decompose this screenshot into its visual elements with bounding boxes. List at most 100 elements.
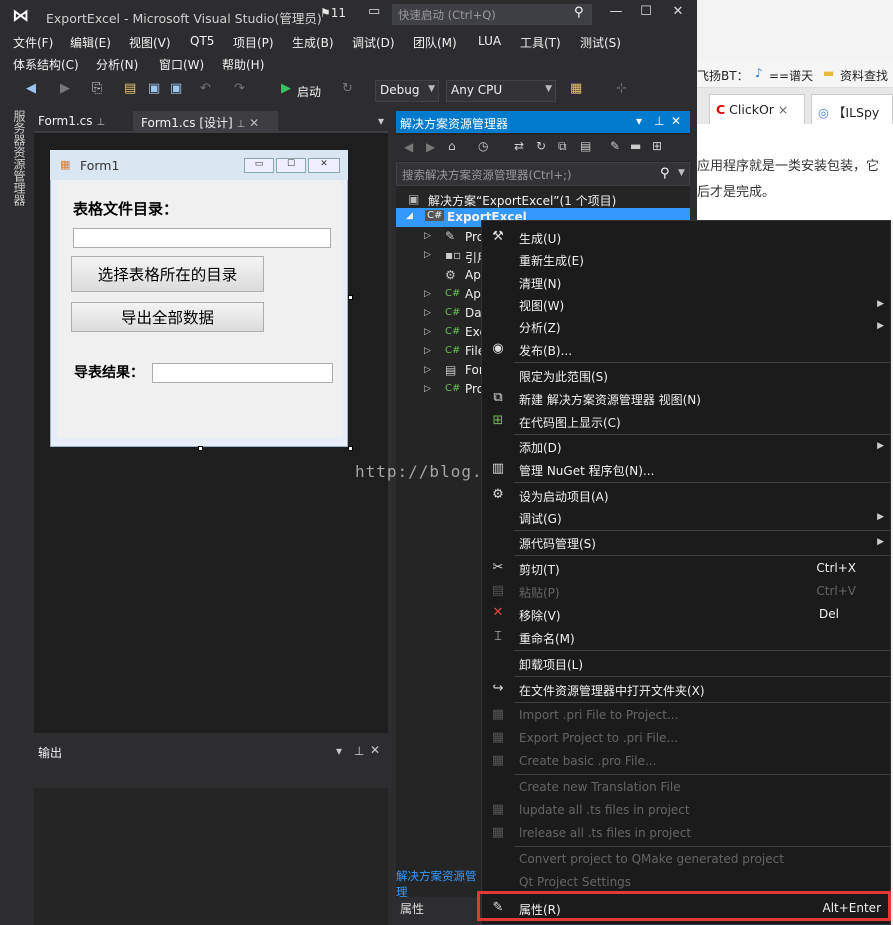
menu-rebuild-item[interactable]: 重新生成(E) [519, 252, 584, 269]
resize-handle[interactable] [348, 446, 353, 451]
menu-debug[interactable]: 调试(D) [352, 34, 395, 51]
menu-add-item[interactable]: 添加(D) [519, 439, 562, 456]
menu-open-folder-item[interactable]: 在文件资源管理器中打开文件夹(X) [519, 682, 705, 699]
menu-qt-settings-item[interactable]: Qt Project Settings [519, 875, 631, 889]
attach-icon[interactable]: ▦ [570, 81, 582, 96]
refresh-icon[interactable]: ↻ [536, 139, 546, 153]
menu-team[interactable]: 团队(M) [413, 34, 457, 51]
close-icon[interactable]: ✕ [249, 116, 259, 130]
history-icon[interactable]: ◷ [478, 139, 488, 153]
collapse-icon[interactable]: ⧉ [558, 139, 567, 154]
menu-import-pri-item[interactable]: Import .pri File to Project... [519, 708, 678, 722]
tab-dropdown-icon[interactable]: ▾ [370, 111, 390, 132]
properties-wrench-icon[interactable]: ✎ [610, 139, 620, 153]
expand-icon[interactable]: ▷ [424, 365, 431, 375]
redo-icon[interactable]: ↷ [234, 81, 245, 96]
export-all-button[interactable]: 导出全部数据 [71, 302, 264, 332]
menu-analyze[interactable]: 分析(N) [96, 56, 138, 73]
open-file-icon[interactable]: ▤ [124, 81, 136, 96]
close-icon[interactable]: × [778, 102, 788, 117]
tree-item[interactable]: Ap [465, 268, 481, 282]
expand-icon[interactable]: ◢ [406, 211, 413, 221]
menu-view[interactable]: 视图(V) [129, 34, 171, 51]
menu-analyze-item[interactable]: 分析(Z) [519, 319, 561, 336]
menu-debug-item[interactable]: 调试(G) [519, 510, 562, 527]
expand-icon[interactable]: ▷ [424, 384, 431, 394]
menu-remove-item[interactable]: 移除(V) [519, 607, 561, 624]
expand-icon[interactable]: ▷ [424, 250, 431, 260]
expand-icon[interactable]: ▷ [424, 346, 431, 356]
menu-new-view-item[interactable]: 新建 解决方案资源管理器 视图(N) [519, 391, 701, 408]
bookmark-1[interactable]: 飞扬BT： [697, 67, 749, 84]
tab-form1-cs[interactable]: Form1.cs ⊥ [30, 111, 135, 132]
solution-search-input[interactable]: 搜索解决方案资源管理器(Ctrl+;) [396, 162, 690, 186]
menu-view-item[interactable]: 视图(W) [519, 297, 564, 314]
resize-handle[interactable] [348, 295, 353, 300]
dropdown-icon[interactable]: ▾ [336, 744, 342, 758]
pin-icon[interactable]: ⊥ [654, 114, 664, 128]
menu-edit[interactable]: 编辑(E) [70, 34, 111, 51]
server-explorer-tab[interactable]: 服务器资源管理器 [10, 110, 26, 206]
start-icon[interactable]: ▶ [281, 81, 291, 96]
forward-icon[interactable]: ▶ [426, 140, 435, 154]
menu-translation-item[interactable]: Create new Translation File [519, 780, 681, 794]
menu-source-control-item[interactable]: 源代码管理(S) [519, 535, 596, 552]
menu-clean-item[interactable]: 清理(N) [519, 275, 561, 292]
bookmark-3[interactable]: 资料查找 [840, 67, 888, 84]
menu-tools[interactable]: 工具(T) [520, 34, 561, 51]
save-icon[interactable]: ▣ [148, 81, 160, 96]
tree-item[interactable]: Da [465, 306, 482, 320]
menu-architecture[interactable]: 体系结构(C) [13, 56, 79, 73]
preview-icon[interactable]: ▬ [630, 139, 641, 153]
home-icon[interactable]: ⌂ [448, 139, 456, 153]
show-all-files-icon[interactable]: ▤ [580, 139, 591, 153]
tab-form1-design[interactable]: Form1.cs [设计] ⊥ ✕ [133, 111, 278, 132]
close-icon[interactable]: ✕ [671, 114, 681, 128]
menu-publish-item[interactable]: 发布(B)... [519, 342, 572, 359]
browser-tab-1[interactable]: C ClickOr × [709, 94, 805, 124]
menu-unload-item[interactable]: 卸载项目(L) [519, 656, 583, 673]
expand-icon[interactable]: ▷ [424, 327, 431, 337]
menu-paste-item[interactable]: 粘贴(P) [519, 584, 560, 601]
menu-cut-item[interactable]: 剪切(T) [519, 561, 560, 578]
menu-build[interactable]: 生成(B) [292, 34, 334, 51]
menu-convert-qmake-item[interactable]: Convert project to QMake generated proje… [519, 852, 784, 866]
quick-launch-input[interactable]: 快速启动 (Ctrl+Q) [392, 4, 592, 25]
menu-export-pri-item[interactable]: Export Project to .pri File... [519, 731, 678, 745]
code-map-icon[interactable]: ⊞ [652, 139, 662, 153]
close-button[interactable]: ✕ [664, 4, 692, 24]
start-button[interactable]: 启动 [297, 83, 321, 100]
back-icon[interactable]: ◀ [26, 81, 36, 96]
menu-file[interactable]: 文件(F) [13, 34, 53, 51]
tree-item[interactable]: Ap [465, 287, 481, 301]
menu-test[interactable]: 测试(S) [580, 34, 621, 51]
expand-icon[interactable]: ▷ [424, 231, 431, 241]
menu-help[interactable]: 帮助(H) [222, 56, 264, 73]
expand-icon[interactable]: ▷ [424, 308, 431, 318]
browser-tab-2[interactable]: ◎ 【ILSpy [811, 94, 893, 124]
menu-build-item[interactable]: 生成(U) [519, 230, 561, 247]
menu-lrelease-item[interactable]: lrelease all .ts files in project [519, 826, 691, 840]
configuration-select[interactable]: Debug ▼ [375, 80, 439, 102]
toolbar-extra-icon[interactable]: ⊹ [616, 81, 627, 96]
menu-rename-item[interactable]: 重命名(M) [519, 630, 575, 647]
menu-window[interactable]: 窗口(W) [159, 56, 204, 73]
expand-icon[interactable]: ▷ [424, 289, 431, 299]
close-icon[interactable]: ✕ [370, 743, 380, 757]
menu-project[interactable]: 项目(P) [233, 34, 274, 51]
menu-lupdate-item[interactable]: lupdate all .ts files in project [519, 803, 690, 817]
back-icon[interactable]: ◀ [404, 140, 413, 154]
pin-icon[interactable]: ⊥ [237, 119, 246, 130]
search-icon[interactable]: ⚲ [574, 5, 584, 20]
menu-code-map-item[interactable]: 在代码图上显示(C) [519, 414, 621, 431]
sync-icon[interactable]: ⇄ [514, 139, 524, 153]
minimize-button[interactable]: — [602, 4, 630, 24]
solution-node[interactable]: 解决方案“ExportExcel”(1 个项目) [428, 192, 616, 209]
pin-icon[interactable]: ⊥ [354, 744, 364, 758]
menu-set-startup-item[interactable]: 设为启动项目(A) [519, 488, 609, 505]
directory-input[interactable] [73, 228, 331, 248]
feedback-icon[interactable]: ▭ [368, 4, 380, 19]
new-project-icon[interactable]: ⎘ [92, 81, 102, 96]
search-icon[interactable]: ⚲ [660, 166, 670, 181]
pin-icon[interactable]: ⊥ [96, 117, 105, 128]
